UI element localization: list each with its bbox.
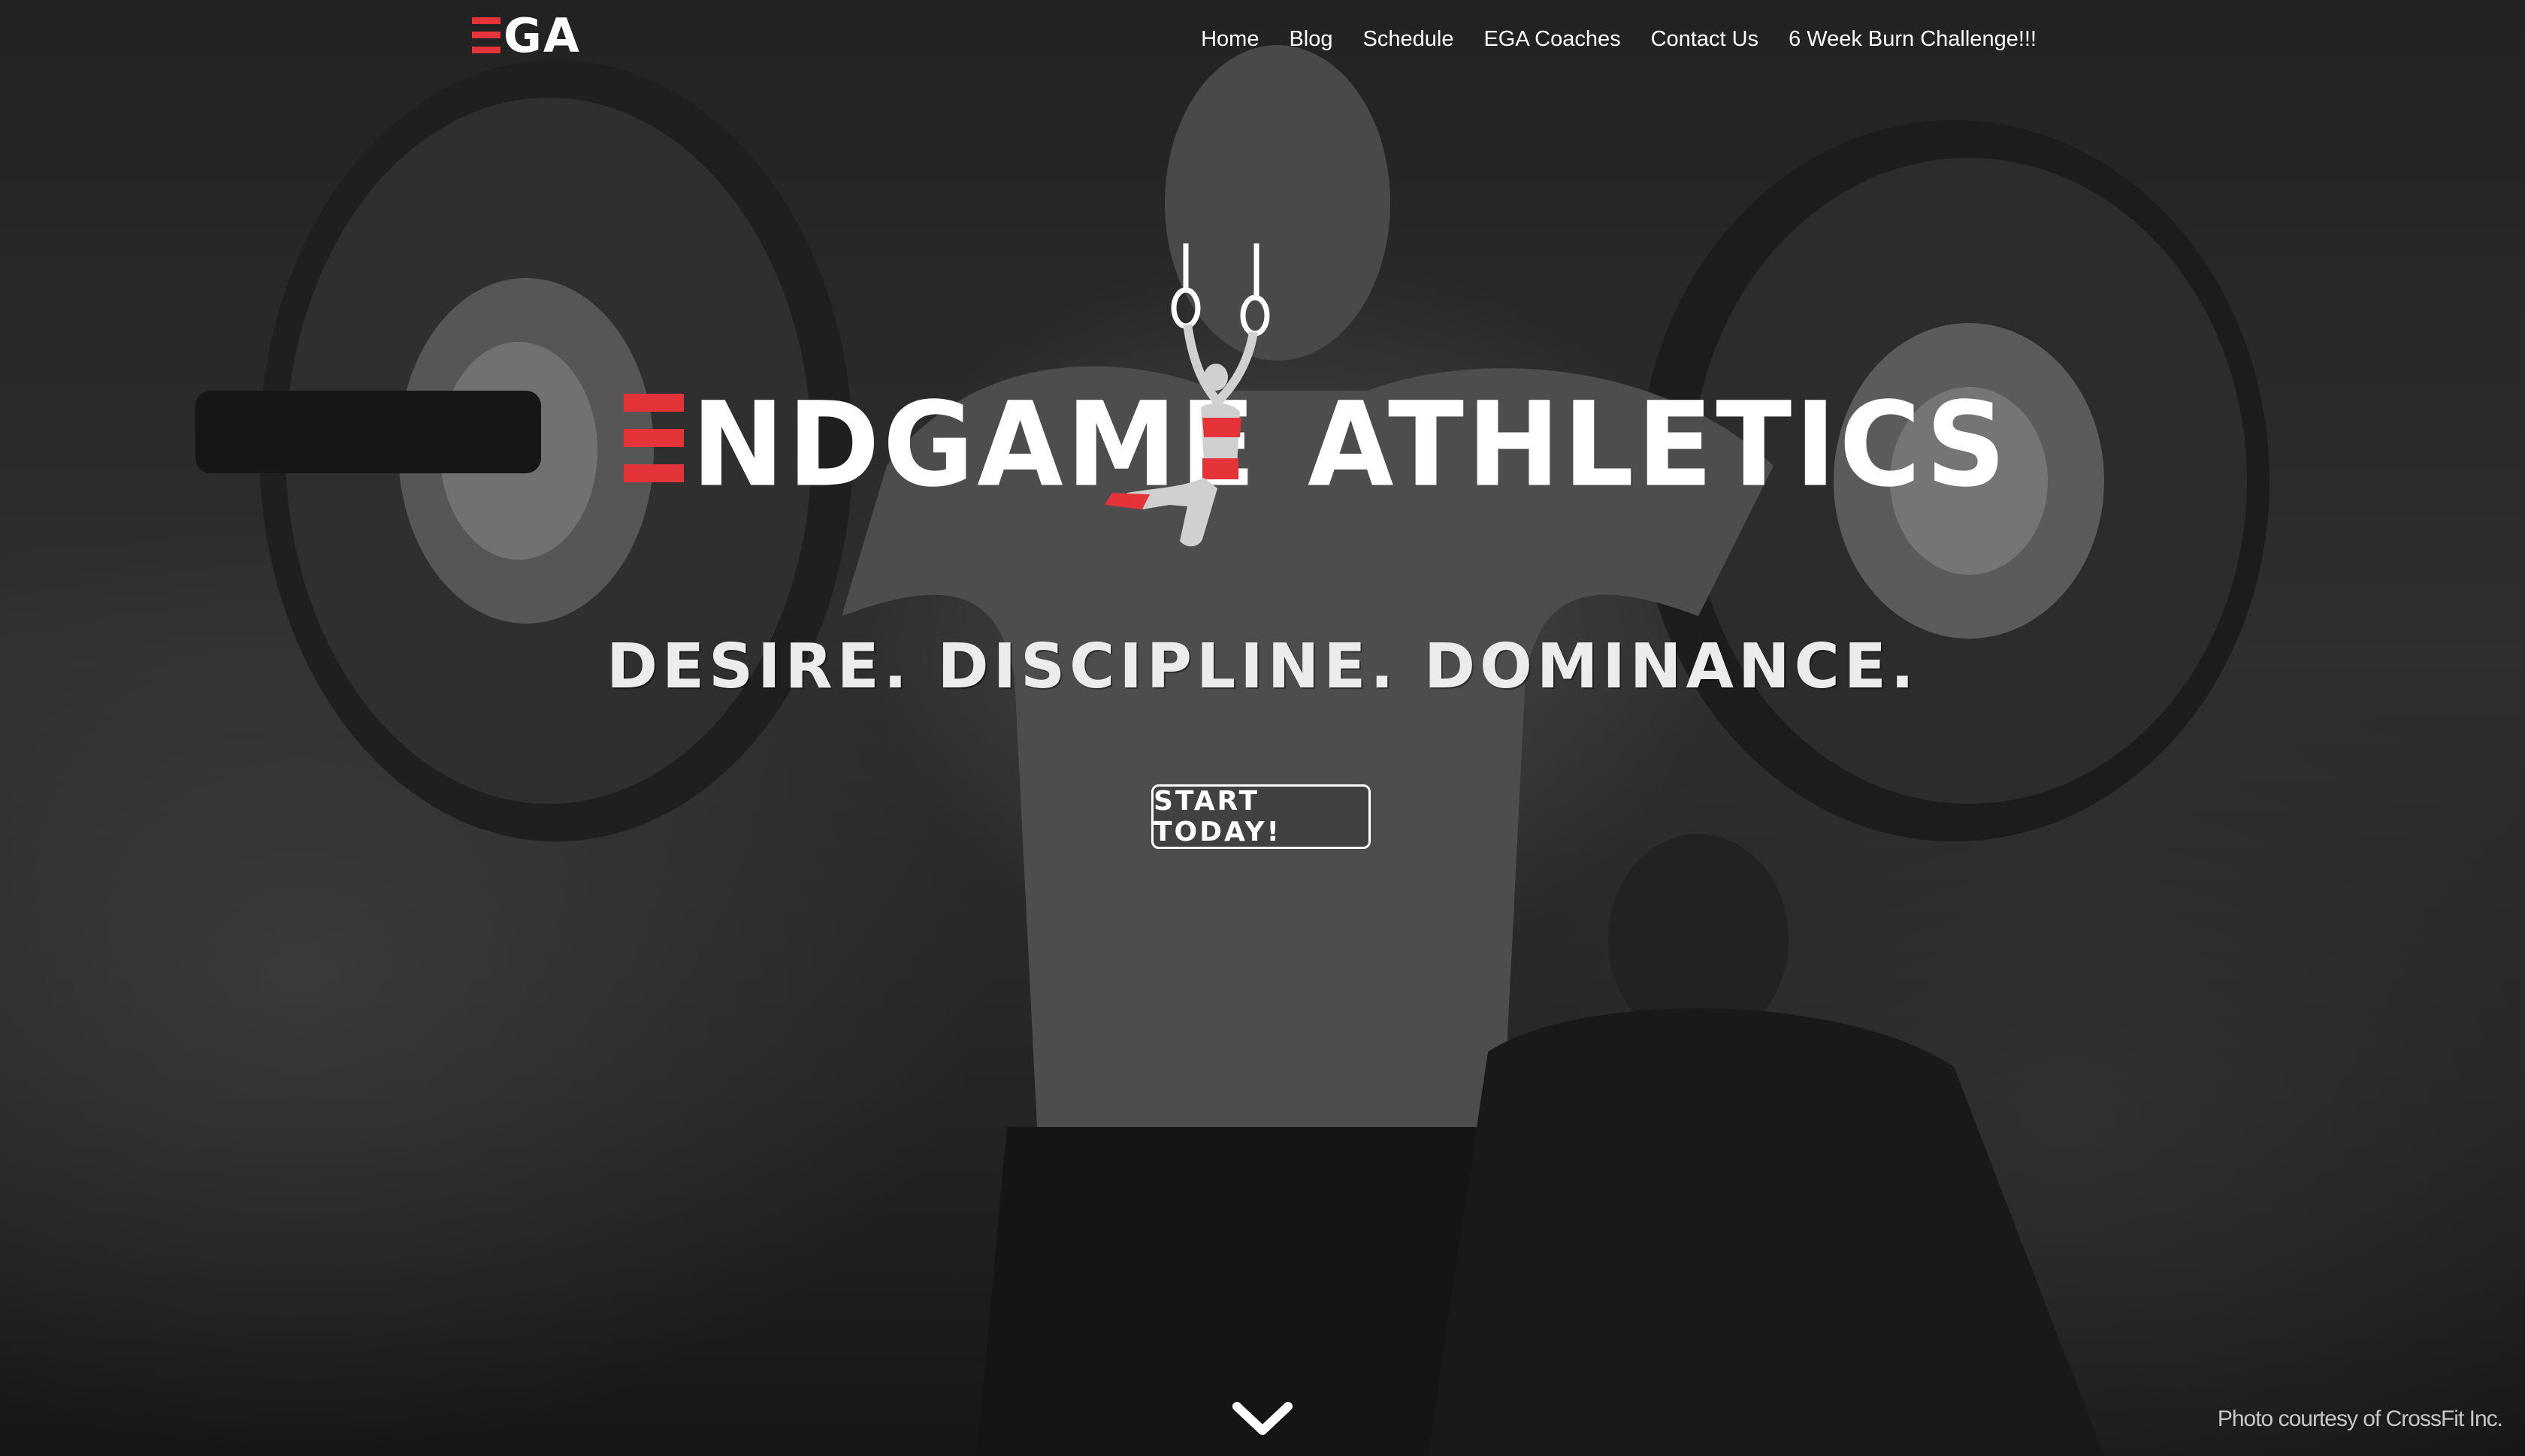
hero-overlay <box>0 0 2525 1456</box>
hero-section: GA Home Blog Schedule EGA Coaches Contac… <box>0 0 2525 1456</box>
logo-e-mark <box>472 16 500 55</box>
brand-e-mark <box>624 394 684 482</box>
brand-word-athletics: ATHLETICS <box>1308 376 2009 513</box>
nav-contact-us[interactable]: Contact Us <box>1651 27 1758 52</box>
chevron-down-icon[interactable] <box>1231 1399 1294 1438</box>
start-today-button[interactable]: START TODAY! <box>1151 784 1371 849</box>
gymnast-rings-icon <box>1105 243 1270 547</box>
nav-blog[interactable]: Blog <box>1289 27 1332 52</box>
hero-tagline: DESIRE. DISCIPLINE. DOMINANCE. <box>606 631 1919 702</box>
logo-text: GA <box>503 8 581 63</box>
nav-schedule[interactable]: Schedule <box>1363 27 1454 52</box>
site-logo[interactable]: GA <box>472 8 581 63</box>
nav-6-week-burn-challenge[interactable]: 6 Week Burn Challenge!!! <box>1789 27 2037 52</box>
photo-credit: Photo courtesy of CrossFit Inc. <box>2217 1406 2503 1431</box>
nav-ega-coaches[interactable]: EGA Coaches <box>1483 27 1620 52</box>
main-nav: Home Blog Schedule EGA Coaches Contact U… <box>1201 27 2037 52</box>
nav-home[interactable]: Home <box>1201 27 1259 52</box>
